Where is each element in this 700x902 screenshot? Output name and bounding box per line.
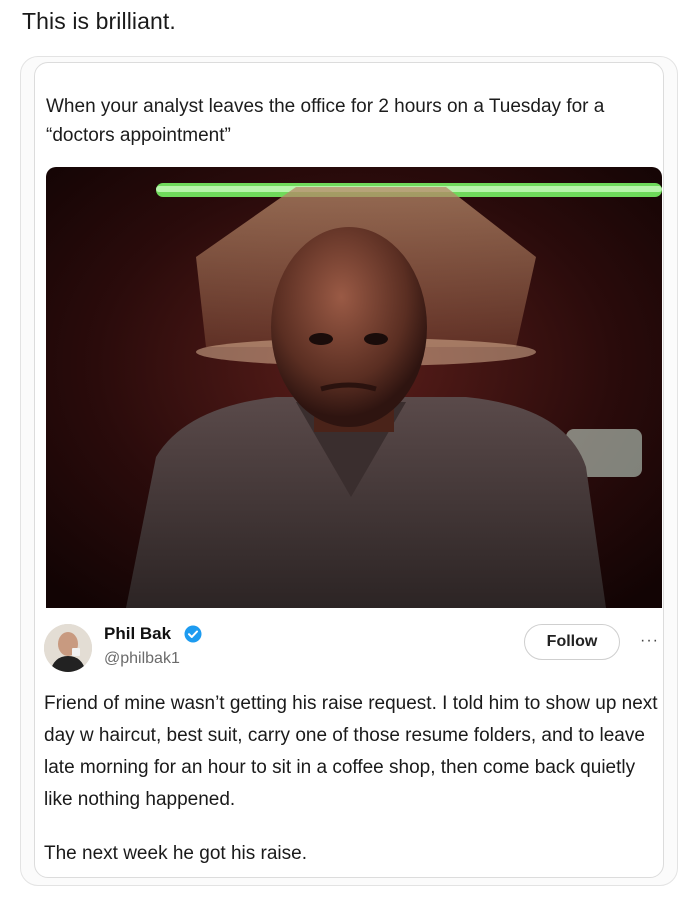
tweet-paragraph: The next week he got his raise. xyxy=(44,843,307,864)
verified-badge-icon xyxy=(184,625,202,643)
tweet-author-row: Phil Bak @philbak1 Follow ··· xyxy=(44,620,664,678)
tweet-body: Friend of mine wasn’t getting his raise … xyxy=(44,688,664,870)
author-avatar[interactable] xyxy=(44,624,92,672)
post-caption: This is brilliant. xyxy=(22,8,176,34)
follow-button[interactable]: Follow xyxy=(524,624,620,660)
author-handle[interactable]: @philbak1 xyxy=(104,650,180,668)
author-name[interactable]: Phil Bak xyxy=(104,624,171,644)
meme-caption: When your analyst leaves the office for … xyxy=(46,96,605,146)
tweet-paragraph: Friend of mine wasn’t getting his raise … xyxy=(44,693,658,810)
meme-photo xyxy=(46,167,662,608)
more-options-icon[interactable]: ··· xyxy=(640,632,659,650)
